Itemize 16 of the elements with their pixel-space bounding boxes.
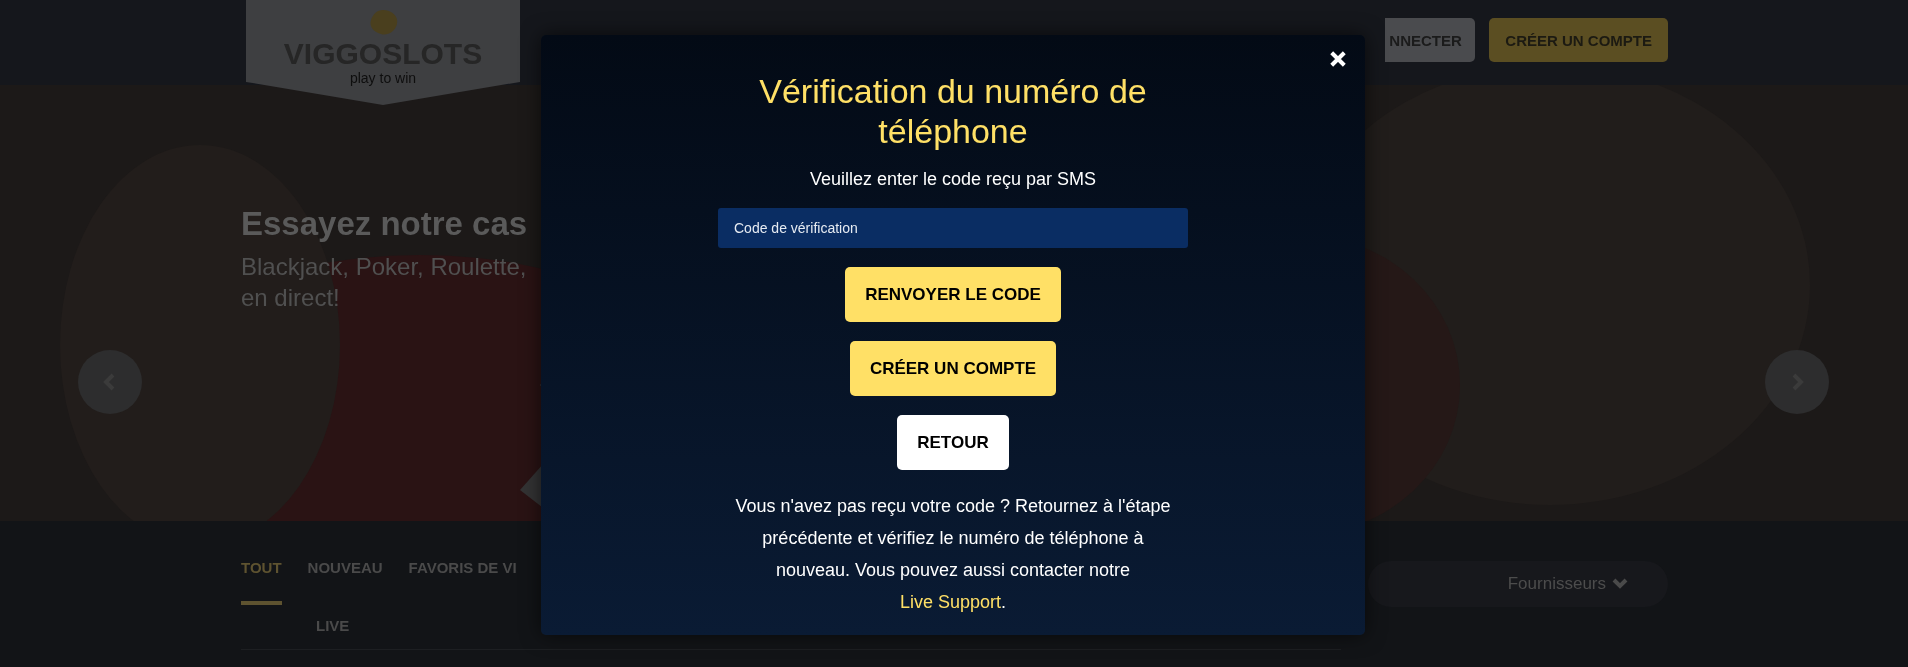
hero-subtitle: Blackjack, Poker, Roulette,: [241, 252, 527, 282]
category-tab[interactable]: FAVORIS DE VI: [408, 539, 517, 577]
modal-button[interactable]: RENVOYER LE CODE: [845, 267, 1061, 322]
category-tab[interactable]: TOUT: [241, 539, 282, 605]
hero-title: Essayez notre cas: [241, 205, 528, 243]
signup-button[interactable]: CRÉER UN COMPTE: [1489, 18, 1668, 62]
category-tab[interactable]: LIVE: [316, 597, 350, 635]
live-support-link[interactable]: Live Support: [899, 592, 1002, 612]
modal-button[interactable]: CRÉER UN COMPTE: [849, 341, 1057, 396]
chevron-down-icon: [1612, 578, 1628, 590]
modal-title: Vérification du numéro de téléphone: [758, 71, 1148, 151]
modal-button[interactable]: RETOUR: [897, 415, 1009, 470]
category-tab[interactable]: NOUVEAU: [307, 539, 383, 577]
help-text: Vous n'avez pas reçu votre code ? Retournez à l'étape précédente et vérifiez le numéro de téléphone à nouveau. Vous pouvez aussi contacter notre Live Support.: [734, 495, 1172, 614]
modal-subtitle: Veuillez enter le code reçu par SMS: [809, 169, 1097, 190]
verification-code-field[interactable]: Code de vérification: [718, 208, 1188, 248]
